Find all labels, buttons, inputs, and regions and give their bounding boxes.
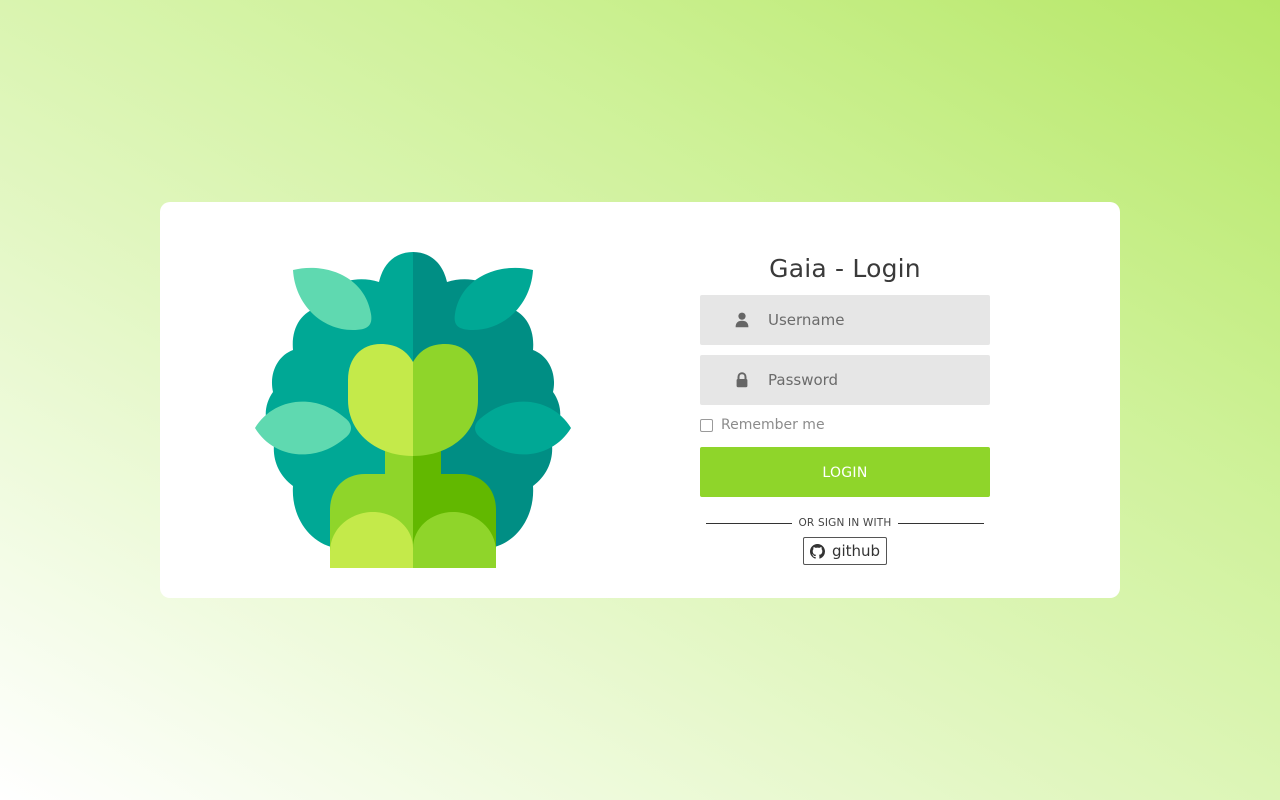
remember-label: Remember me [721,417,825,433]
github-icon [809,543,825,559]
github-label: github [831,542,881,560]
remember-row[interactable]: Remember me [700,415,990,435]
divider-line-right [897,522,984,524]
remember-checkbox[interactable] [700,418,713,432]
login-form: Gaia - Login Remember me LOGIN OR SIGN I… [700,250,990,565]
github-signin-button[interactable]: github [803,537,887,565]
gaia-illustration [255,252,571,568]
oauth-divider: OR SIGN IN WITH [700,515,990,531]
username-field[interactable] [700,295,990,345]
page-title: Gaia - Login [769,254,921,283]
divider-text: OR SIGN IN WITH [798,517,892,529]
password-field[interactable] [700,355,990,405]
password-input[interactable] [760,355,988,405]
login-button[interactable]: LOGIN [700,447,990,497]
lock-icon [736,372,748,388]
user-icon [735,312,749,328]
username-input[interactable] [760,295,988,345]
divider-line-left [706,522,793,524]
login-card: Gaia - Login Remember me LOGIN OR SIGN I… [160,202,1120,598]
